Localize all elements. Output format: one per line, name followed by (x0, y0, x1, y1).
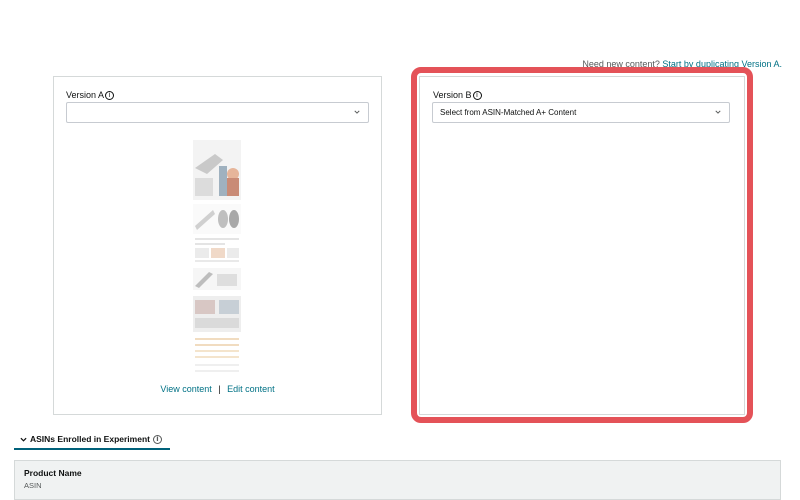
link-separator: | (218, 384, 221, 394)
hint-text: Need new content? (582, 59, 660, 69)
info-icon[interactable]: i (472, 90, 482, 100)
asin-table-header: Product Name ASIN (14, 460, 781, 500)
view-content-link[interactable]: View content (160, 384, 211, 394)
version-a-label: Version A i (66, 90, 115, 100)
column-header-product-name[interactable]: Product Name (24, 468, 771, 478)
version-a-links: View content | Edit content (53, 384, 382, 394)
info-icon[interactable]: i (105, 90, 115, 100)
duplicate-version-a-link[interactable]: Start by duplicating Version A. (662, 59, 782, 69)
chevron-down-icon (715, 110, 721, 114)
version-b-select-value: Select from ASIN-Matched A+ Content (440, 108, 577, 117)
version-b-label-text: Version B (433, 90, 472, 100)
new-content-hint: Need new content? Start by duplicating V… (582, 59, 782, 69)
version-b-select[interactable]: Select from ASIN-Matched A+ Content (432, 102, 730, 123)
content-thumbnail (193, 140, 241, 380)
chevron-down-icon (20, 437, 27, 442)
edit-content-link[interactable]: Edit content (227, 384, 275, 394)
version-a-select[interactable] (66, 102, 369, 123)
info-icon[interactable]: i (152, 434, 162, 444)
tab-label: ASINs Enrolled in Experiment (30, 434, 150, 444)
version-b-label: Version B i (433, 90, 482, 100)
column-subheader-asin: ASIN (24, 481, 42, 490)
chevron-down-icon (354, 110, 360, 114)
version-b-panel (419, 76, 745, 415)
tab-asins-enrolled[interactable]: ASINs Enrolled in Experiment i (14, 430, 170, 450)
version-a-label-text: Version A (66, 90, 105, 100)
